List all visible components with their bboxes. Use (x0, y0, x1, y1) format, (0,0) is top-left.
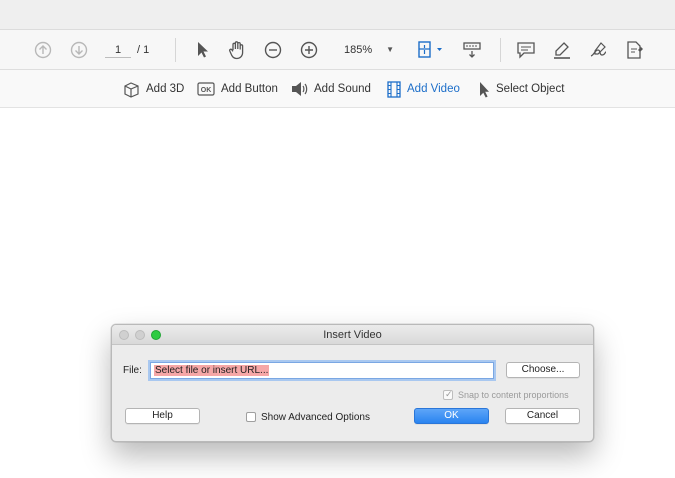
main-toolbar: 1 / 1 185% ▼ (0, 30, 675, 70)
cancel-button[interactable]: Cancel (505, 408, 580, 424)
dialog-title: Insert Video (323, 329, 382, 341)
zoom-out-icon[interactable] (263, 39, 283, 61)
advanced-options-option[interactable]: Show Advanced Options (246, 411, 370, 423)
dialog-title-bar: Insert Video (112, 325, 593, 345)
zoom-in-icon[interactable] (299, 39, 319, 61)
highlighter-icon[interactable] (551, 39, 573, 61)
pointer-icon[interactable] (192, 39, 212, 61)
close-window-icon[interactable] (119, 330, 129, 340)
insert-video-dialog: Insert Video File: Select file or insert… (111, 324, 594, 442)
zoom-select[interactable]: 185% ▼ (338, 39, 400, 61)
choose-button[interactable]: Choose... (506, 362, 580, 378)
speaker-icon (292, 82, 308, 96)
arrow-up-circle-icon[interactable] (33, 39, 53, 61)
add-button-label: Add Button (221, 83, 278, 95)
snap-checkbox[interactable] (443, 389, 453, 400)
select-object-label: Select Object (496, 83, 565, 95)
sign-icon[interactable] (587, 39, 609, 61)
toolbar-divider (175, 38, 176, 62)
select-object-button[interactable]: Select Object (478, 79, 564, 99)
add-sound-label: Add Sound (314, 83, 371, 95)
chevron-down-icon: ▼ (386, 45, 394, 54)
file-url-value: Select file or insert URL... (154, 365, 270, 376)
toolbar-divider (500, 38, 501, 62)
file-label: File: (123, 365, 142, 376)
add-sound-button[interactable]: Add Sound (291, 79, 371, 99)
film-icon (387, 80, 401, 98)
file-url-input[interactable]: Select file or insert URL... (150, 362, 494, 379)
add-video-label: Add Video (407, 83, 460, 95)
fit-page-icon[interactable] (415, 39, 447, 61)
scroll-mode-icon[interactable] (461, 39, 483, 61)
cube-icon (124, 81, 139, 98)
add-3d-button[interactable]: Add 3D (123, 79, 184, 99)
ok-button-icon: OK (197, 82, 215, 96)
pointer-icon (480, 81, 489, 97)
snap-label: Snap to content proportions (458, 390, 569, 400)
arrow-down-circle-icon[interactable] (69, 39, 89, 61)
ok-badge-text: OK (201, 87, 212, 94)
fill-sign-icon[interactable] (623, 39, 645, 61)
add-button-button[interactable]: OK Add Button (197, 79, 278, 99)
zoom-window-icon[interactable] (151, 330, 161, 340)
minimize-window-icon[interactable] (135, 330, 145, 340)
zoom-value: 185% (344, 44, 373, 56)
page-total-label: / 1 (137, 44, 150, 56)
window-top-strip (0, 0, 675, 30)
hand-icon[interactable] (226, 39, 248, 61)
page-number-input[interactable]: 1 (103, 39, 133, 61)
advanced-options-label: Show Advanced Options (261, 411, 370, 423)
ok-button[interactable]: OK (414, 408, 489, 424)
add-3d-label: Add 3D (146, 83, 185, 95)
snap-proportions-option[interactable]: Snap to content proportions (443, 389, 569, 401)
comment-icon[interactable] (515, 39, 537, 61)
advanced-options-checkbox[interactable] (246, 412, 256, 422)
rich-media-toolbar: Add 3D OK Add Button Add Sound Add Video… (0, 70, 675, 108)
add-video-button[interactable]: Add Video (387, 79, 460, 99)
help-button[interactable]: Help (125, 408, 200, 424)
